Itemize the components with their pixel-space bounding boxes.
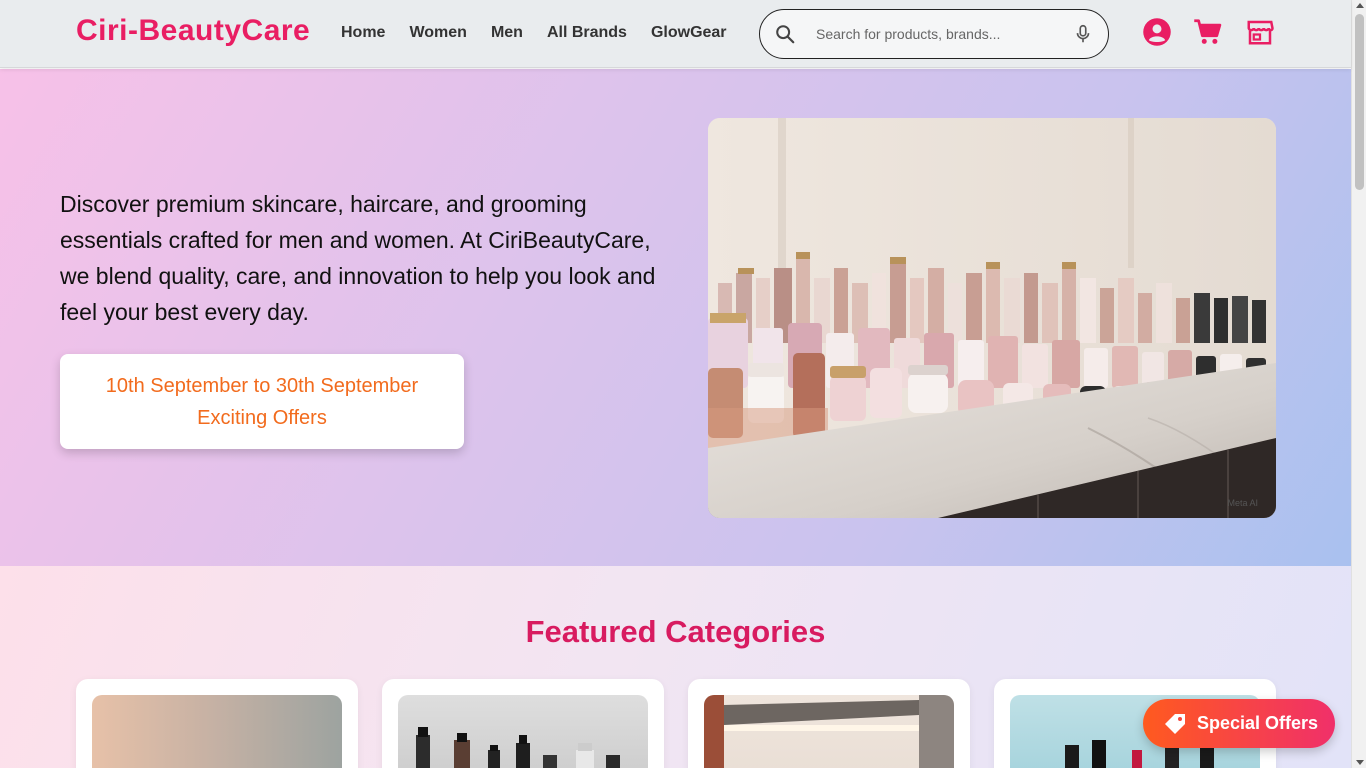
offer-dates: 10th September to 30th September <box>105 375 419 397</box>
image-watermark: Meta AI <box>1227 498 1258 508</box>
cart-icon[interactable] <box>1193 17 1223 47</box>
hero-description: Discover premium skincare, haircare, and… <box>60 191 656 325</box>
category-image <box>92 695 342 768</box>
category-image <box>704 695 954 768</box>
category-card[interactable] <box>382 679 664 768</box>
account-icon[interactable] <box>1142 17 1172 47</box>
site-header: Ciri-BeautyCare Home Women Men All Brand… <box>0 0 1351 68</box>
main-nav: Home Women Men All Brands GlowGear <box>341 24 727 42</box>
nav-men[interactable]: Men <box>491 24 523 42</box>
tag-icon <box>1165 713 1185 734</box>
special-offers-label: Special Offers <box>1197 713 1319 733</box>
cosmetics-shelf-illustration <box>708 118 1276 518</box>
nav-home[interactable]: Home <box>341 24 385 42</box>
scrollbar-thumb[interactable] <box>1355 14 1364 190</box>
store-icon[interactable] <box>1245 17 1275 47</box>
category-card[interactable] <box>688 679 970 768</box>
category-card[interactable] <box>76 679 358 768</box>
search-bar <box>759 9 1109 59</box>
microphone-icon[interactable] <box>1072 23 1094 45</box>
scroll-down-arrow-icon[interactable] <box>1355 760 1364 765</box>
category-image <box>398 695 648 768</box>
nav-women[interactable]: Women <box>409 24 466 42</box>
hero-section: Discover premium skincare, haircare, and… <box>0 69 1351 566</box>
page-scrollbar[interactable] <box>1351 0 1366 768</box>
offer-banner[interactable]: 10th September to 30th September Excitin… <box>60 354 464 449</box>
offer-label: Exciting Offers <box>197 407 327 429</box>
nav-glowgear[interactable]: GlowGear <box>651 24 727 42</box>
nav-all-brands[interactable]: All Brands <box>547 24 627 42</box>
site-logo[interactable]: Ciri-BeautyCare <box>76 14 310 48</box>
special-offers-button[interactable]: Special Offers <box>1143 699 1335 748</box>
hero-image: Meta AI <box>708 118 1276 518</box>
scroll-up-arrow-icon[interactable] <box>1355 3 1364 8</box>
search-input[interactable] <box>816 22 1066 46</box>
search-icon[interactable] <box>774 23 796 45</box>
featured-categories-title: Featured Categories <box>525 614 826 649</box>
